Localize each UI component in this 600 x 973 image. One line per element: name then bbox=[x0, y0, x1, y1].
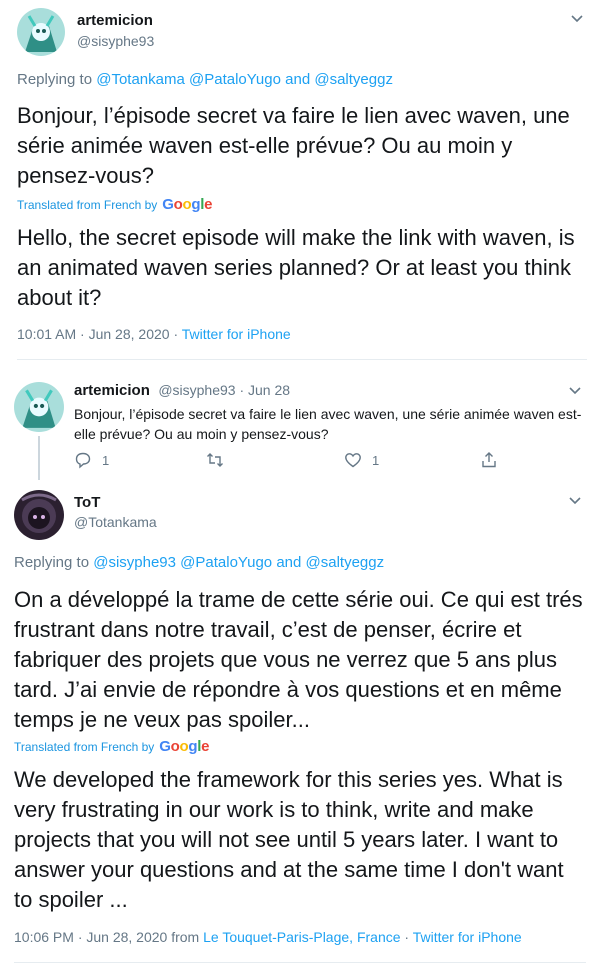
tweet-translation: We developed the framework for this seri… bbox=[14, 767, 564, 912]
author-handle[interactable]: @sisyphe93 bbox=[77, 33, 154, 49]
avatar[interactable] bbox=[14, 490, 64, 540]
tweet-source-link[interactable]: Twitter for iPhone bbox=[182, 326, 291, 342]
mention-and[interactable]: and bbox=[276, 554, 301, 571]
reply-button[interactable]: 1 bbox=[74, 451, 109, 469]
heart-icon bbox=[345, 453, 361, 468]
like-count: 1 bbox=[372, 452, 380, 468]
chevron-down-icon[interactable] bbox=[568, 10, 586, 28]
translated-by: Translated from French by Google bbox=[14, 738, 210, 755]
mention-link[interactable]: @PataloYugo bbox=[180, 554, 272, 571]
retweet-icon bbox=[207, 453, 223, 467]
compact-header: artemicion @sisyphe93 · Jun 28 bbox=[74, 382, 290, 400]
tweet-meta: 10:06 PM · Jun 28, 2020 from Le Touquet-… bbox=[14, 929, 522, 945]
tweet-text: On a développé la trame de cette série o… bbox=[14, 587, 583, 732]
mention-link[interactable]: @saltyeggz bbox=[314, 71, 393, 88]
mention-and[interactable]: and bbox=[285, 71, 310, 88]
chevron-down-icon[interactable] bbox=[566, 382, 584, 400]
avatar-image bbox=[17, 8, 65, 56]
divider bbox=[14, 962, 586, 963]
avatar[interactable] bbox=[14, 382, 64, 432]
tweet-source-link[interactable]: Twitter for iPhone bbox=[413, 929, 522, 945]
reply-icon bbox=[75, 452, 91, 469]
meta-separator: · bbox=[404, 929, 410, 945]
translated-by: Translated from French by Google bbox=[17, 196, 213, 213]
mention-link[interactable]: @sisyphe93 bbox=[93, 554, 176, 571]
author-name[interactable]: artemicion bbox=[74, 382, 150, 399]
google-logo: Google bbox=[159, 738, 210, 755]
author-handle[interactable]: @Totankama bbox=[74, 514, 157, 530]
author-name[interactable]: artemicion bbox=[77, 12, 153, 29]
tweet-timestamp[interactable]: 10:06 PM · Jun 28, 2020 from bbox=[14, 929, 199, 945]
replying-label: Replying to bbox=[17, 71, 93, 88]
avatar-image bbox=[14, 490, 64, 540]
google-logo: Google bbox=[162, 196, 213, 213]
tweet-meta: 10:01 AM · Jun 28, 2020 · Twitter for iP… bbox=[17, 326, 291, 342]
tweet-timestamp[interactable]: 10:01 AM · Jun 28, 2020 · bbox=[17, 326, 178, 342]
retweet-button[interactable] bbox=[206, 451, 224, 469]
translated-label: Translated from French by bbox=[14, 739, 155, 754]
like-button[interactable]: 1 bbox=[344, 451, 379, 469]
tweet-location-link[interactable]: Le Touquet-Paris-Plage, France bbox=[203, 929, 400, 945]
tweet-translation: Hello, the secret episode will make the … bbox=[17, 225, 575, 310]
tweet-text: Bonjour, l’épisode secret va faire le li… bbox=[17, 103, 570, 188]
translated-label: Translated from French by bbox=[17, 197, 158, 212]
tweet-text: Bonjour, l’épisode secret va faire le li… bbox=[74, 406, 582, 442]
replying-to: Replying to @Totankama @PataloYugo and @… bbox=[17, 71, 393, 88]
mention-link[interactable]: @PataloYugo bbox=[189, 71, 281, 88]
avatar-image bbox=[14, 382, 64, 432]
divider bbox=[17, 359, 587, 360]
avatar[interactable] bbox=[17, 8, 65, 56]
thread-line bbox=[38, 436, 40, 480]
share-icon bbox=[482, 452, 496, 468]
mention-link[interactable]: @saltyeggz bbox=[306, 554, 385, 571]
mention-link[interactable]: @Totankama bbox=[96, 71, 185, 88]
author-handle-date[interactable]: @sisyphe93 · Jun 28 bbox=[158, 382, 290, 398]
replying-label: Replying to bbox=[14, 554, 90, 571]
reply-count: 1 bbox=[102, 452, 110, 468]
replying-to: Replying to @sisyphe93 @PataloYugo and @… bbox=[14, 554, 384, 571]
author-name[interactable]: ToT bbox=[74, 494, 100, 511]
chevron-down-icon[interactable] bbox=[566, 492, 584, 510]
share-button[interactable] bbox=[480, 451, 498, 469]
